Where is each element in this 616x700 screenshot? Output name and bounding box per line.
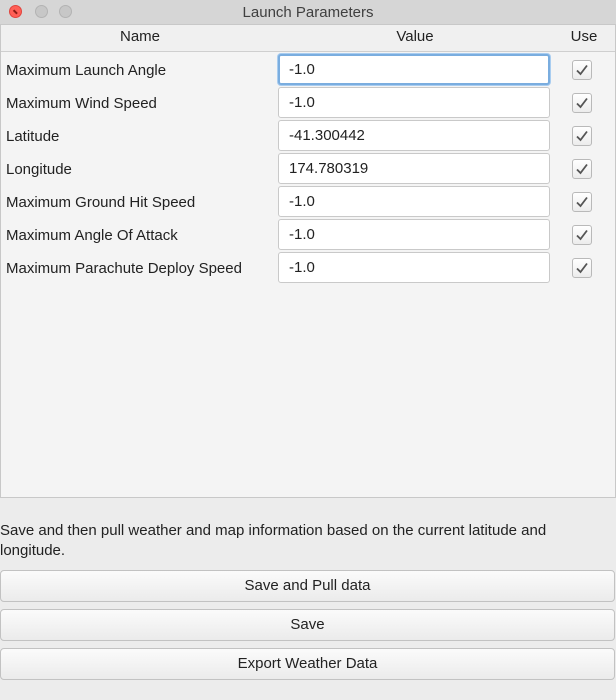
title-bar: Launch Parameters: [0, 0, 616, 25]
parameters-table: Name Value Use Maximum Launch Angle Maxi…: [0, 24, 616, 498]
use-checkbox[interactable]: [572, 159, 592, 179]
parameter-value-input[interactable]: [278, 54, 550, 85]
save-and-pull-button[interactable]: Save and Pull data: [0, 570, 615, 602]
table-row: Longitude: [1, 153, 615, 186]
checkmark-icon: [576, 196, 588, 208]
parameter-name: Maximum Wind Speed: [6, 95, 157, 112]
table-row: Maximum Parachute Deploy Speed: [1, 252, 615, 285]
export-weather-data-button[interactable]: Export Weather Data: [0, 648, 615, 680]
parameter-name: Maximum Angle Of Attack: [6, 227, 178, 244]
table-row: Maximum Ground Hit Speed: [1, 186, 615, 219]
checkmark-icon: [576, 229, 588, 241]
use-checkbox[interactable]: [572, 225, 592, 245]
table-header: Name Value Use: [1, 25, 615, 52]
use-checkbox[interactable]: [572, 126, 592, 146]
use-checkbox[interactable]: [572, 258, 592, 278]
window-title: Launch Parameters: [242, 4, 374, 21]
use-checkbox[interactable]: [572, 93, 592, 113]
column-header-use[interactable]: Use: [557, 28, 611, 45]
table-row: Maximum Wind Speed: [1, 87, 615, 120]
table-row: Maximum Launch Angle: [1, 54, 615, 87]
parameter-value-input[interactable]: [278, 186, 550, 217]
parameter-value-input[interactable]: [278, 153, 550, 184]
use-checkbox[interactable]: [572, 60, 592, 80]
parameter-value-input[interactable]: [278, 219, 550, 250]
parameter-value-input[interactable]: [278, 87, 550, 118]
table-row: Latitude: [1, 120, 615, 153]
parameter-name: Latitude: [6, 128, 60, 145]
column-header-value[interactable]: Value: [279, 28, 551, 45]
table-row: Maximum Angle Of Attack: [1, 219, 615, 252]
checkmark-icon: [576, 97, 588, 109]
parameter-name: Maximum Parachute Deploy Speed: [6, 260, 242, 277]
checkmark-icon: [576, 262, 588, 274]
column-header-name[interactable]: Name: [1, 28, 279, 45]
save-button[interactable]: Save: [0, 609, 615, 641]
parameter-name: Longitude: [6, 161, 72, 178]
parameter-value-input[interactable]: [278, 120, 550, 151]
use-checkbox[interactable]: [572, 192, 592, 212]
checkmark-icon: [576, 64, 588, 76]
parameter-name: Maximum Launch Angle: [6, 62, 167, 79]
checkmark-icon: [576, 163, 588, 175]
checkmark-icon: [576, 130, 588, 142]
parameter-name: Maximum Ground Hit Speed: [6, 194, 196, 211]
info-text: Save and then pull weather and map infor…: [0, 522, 547, 559]
parameter-value-input[interactable]: [278, 252, 550, 283]
